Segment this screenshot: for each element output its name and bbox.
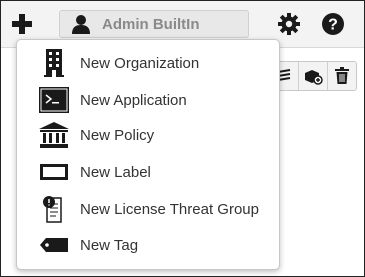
svg-text:?: ?: [328, 17, 338, 34]
terminal-icon: [39, 85, 69, 115]
user-icon: [72, 15, 90, 34]
label-icon: [39, 157, 69, 187]
courthouse-icon: [39, 120, 69, 150]
license-threat-icon: [39, 194, 69, 224]
menu-item-new-label[interactable]: New Label: [17, 154, 279, 190]
menu-item-label: New Policy: [80, 126, 155, 144]
menu-item-new-license-threat-group[interactable]: New License Threat Group: [17, 191, 279, 227]
menu-item-label: New License Threat Group: [80, 200, 259, 218]
user-menu-button[interactable]: Admin BuiltIn: [59, 10, 249, 38]
tag-icon: [39, 230, 69, 260]
app-window: Admin BuiltIn ? New Organization New App…: [0, 0, 365, 277]
component-toolbar: [269, 61, 357, 91]
create-button[interactable]: [9, 10, 35, 38]
create-dropdown-menu: New Organization New Application New Pol…: [16, 39, 280, 270]
gear-icon: [278, 13, 300, 35]
menu-item-new-tag[interactable]: New Tag: [17, 227, 279, 263]
help-button[interactable]: ?: [321, 12, 345, 36]
user-name: Admin BuiltIn: [102, 15, 200, 33]
menu-item-label: New Label: [80, 163, 151, 181]
menu-item-label: New Tag: [80, 236, 139, 254]
menu-item-label: New Application: [80, 91, 187, 109]
settings-button[interactable]: [277, 12, 301, 36]
delete-button[interactable]: [327, 62, 356, 90]
trash-icon: [335, 67, 349, 84]
question-icon: ?: [322, 13, 344, 35]
plus-icon: [12, 14, 32, 34]
menu-item-label: New Organization: [80, 54, 200, 72]
add-component-button[interactable]: [298, 62, 327, 90]
add-component-icon: [305, 70, 323, 85]
menu-item-new-application[interactable]: New Application: [17, 82, 279, 118]
menu-item-new-policy[interactable]: New Policy: [17, 117, 279, 153]
building-icon: [39, 48, 69, 78]
menu-item-new-organization[interactable]: New Organization: [17, 45, 279, 81]
